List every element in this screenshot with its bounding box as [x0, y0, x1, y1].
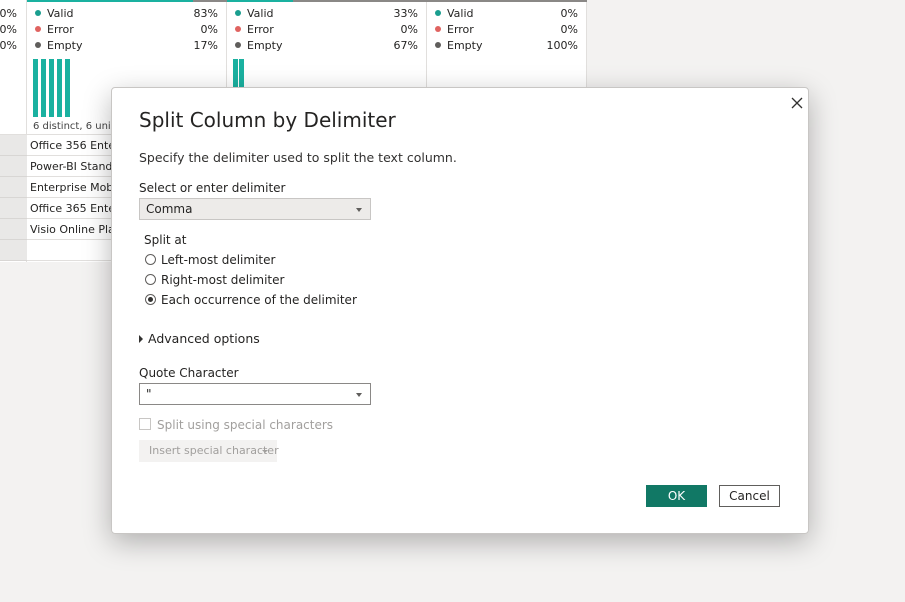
column-quality-partial: 00% 0% 0%: [0, 0, 27, 262]
radio-right-most[interactable]: Right-most delimiter: [145, 272, 284, 288]
histogram-bar: [65, 59, 70, 117]
histogram-bar: [57, 59, 62, 117]
valid-row: Valid 33%: [235, 6, 418, 22]
close-icon[interactable]: [788, 94, 806, 112]
radio-circle-selected: [145, 294, 156, 305]
empty-dot-icon: [235, 42, 241, 48]
dialog-description: Specify the delimiter used to split the …: [139, 150, 457, 165]
histogram-bar: [239, 59, 244, 87]
quote-character-label: Quote Character: [139, 366, 239, 380]
cancel-button[interactable]: Cancel: [719, 485, 780, 507]
row-index: [0, 240, 27, 261]
quality-bar-fill: [27, 0, 193, 2]
radio-circle: [145, 254, 156, 265]
row-index: [0, 156, 27, 177]
valid-row: Valid 83%: [35, 6, 218, 22]
row-index: [0, 219, 27, 240]
error-row: Error 0%: [435, 22, 578, 38]
row-index: [0, 177, 27, 198]
error-dot-icon: [235, 26, 241, 32]
histogram-bar: [233, 59, 238, 87]
error-dot-icon: [35, 26, 41, 32]
empty-dot-icon: [435, 42, 441, 48]
empty-row: Empty 67%: [235, 38, 418, 54]
empty-row: 0%: [0, 39, 17, 52]
delimiter-label: Select or enter delimiter: [139, 181, 286, 195]
error-dot-icon: [435, 26, 441, 32]
valid-row: Valid 0%: [435, 6, 578, 22]
empty-row: Empty 100%: [435, 38, 578, 54]
checkbox-box: [139, 418, 151, 430]
empty-dot-icon: [35, 42, 41, 48]
radio-each-occurrence[interactable]: Each occurrence of the delimiter: [145, 292, 357, 308]
quality-bar-fill: [227, 0, 293, 2]
histogram-bar: [41, 59, 46, 117]
insert-special-character-button[interactable]: Insert special character: [139, 440, 279, 462]
quality-bar: [227, 0, 427, 2]
chevron-down-icon: [262, 450, 268, 453]
dialog-title: Split Column by Delimiter: [139, 108, 396, 132]
chevron-right-icon: [139, 335, 143, 343]
error-row: Error 0%: [235, 22, 418, 38]
radio-circle: [145, 274, 156, 285]
quote-character-dropdown[interactable]: ": [139, 383, 371, 405]
histogram-bar: [33, 59, 38, 117]
advanced-options-toggle[interactable]: Advanced options: [139, 331, 260, 346]
quality-bar: [27, 0, 227, 2]
distinct-count: 6 distinct, 6 uniq: [33, 121, 118, 132]
histogram-bar: [49, 59, 54, 117]
row-index: [0, 198, 27, 219]
special-characters-checkbox[interactable]: Split using special characters: [139, 418, 333, 432]
error-row: Error 0%: [35, 22, 218, 38]
split-column-dialog: Split Column by Delimiter Specify the de…: [111, 87, 809, 534]
valid-dot-icon: [35, 10, 41, 16]
valid-dot-icon: [435, 10, 441, 16]
delimiter-dropdown[interactable]: Comma: [139, 198, 371, 220]
chevron-down-icon: [356, 208, 362, 212]
row-index: [0, 135, 27, 156]
valid-row: 00%: [0, 7, 17, 20]
ok-button[interactable]: OK: [646, 485, 707, 507]
valid-dot-icon: [235, 10, 241, 16]
split-at-label: Split at: [144, 233, 187, 247]
empty-row: Empty 17%: [35, 38, 218, 54]
chevron-down-icon: [356, 393, 362, 397]
quality-bar: [427, 0, 587, 2]
error-row: 0%: [0, 23, 17, 36]
radio-left-most[interactable]: Left-most delimiter: [145, 252, 275, 268]
